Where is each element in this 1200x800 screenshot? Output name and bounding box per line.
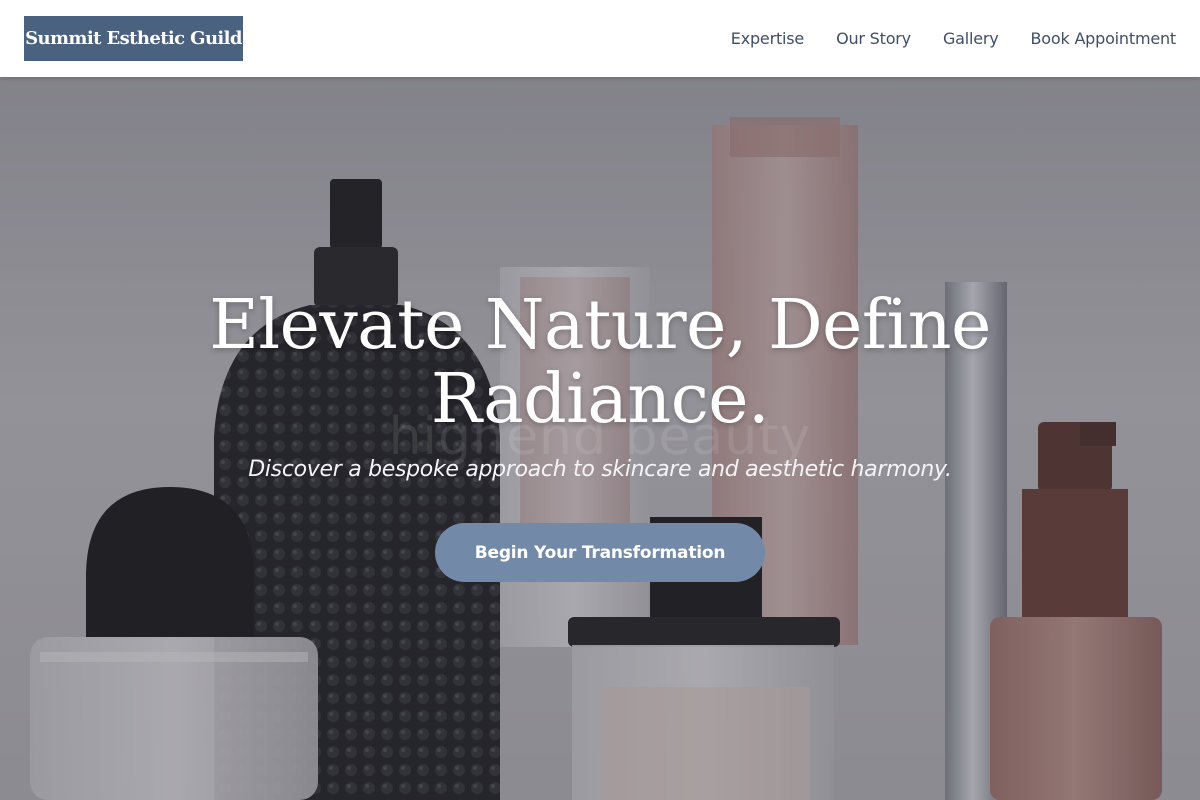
nav-link-our-story[interactable]: Our Story [836, 29, 911, 48]
nav-link-book-appointment[interactable]: Book Appointment [1031, 29, 1177, 48]
hero-content: Elevate Nature, Define Radiance. Discove… [0, 77, 1200, 800]
nav-link-gallery[interactable]: Gallery [943, 29, 999, 48]
site-header: Summit Esthetic Guild Expertise Our Stor… [0, 0, 1200, 77]
hero-title: Elevate Nature, Define Radiance. [209, 286, 991, 439]
main-nav: Expertise Our Story Gallery Book Appoint… [731, 0, 1176, 77]
begin-transformation-button[interactable]: Begin Your Transformation [435, 523, 765, 582]
nav-link-expertise[interactable]: Expertise [731, 29, 804, 48]
hero-section: highend beauty Elevate Nature, Define Ra… [0, 77, 1200, 800]
hero-subtitle: Discover a bespoke approach to skincare … [248, 457, 952, 482]
brand-logo[interactable]: Summit Esthetic Guild [24, 16, 243, 61]
